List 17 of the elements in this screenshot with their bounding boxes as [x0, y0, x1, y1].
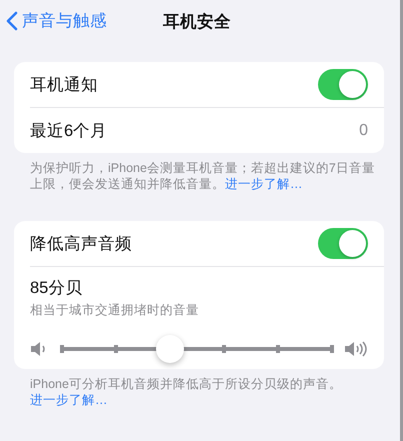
footer-note: iPhone可分析耳机音频并降低高于所设分贝级的声音。 进一步了解… [30, 376, 343, 408]
back-button[interactable]: 声音与触感 [6, 10, 107, 32]
volume-high-icon [344, 341, 368, 357]
toggle-switch[interactable] [318, 69, 368, 100]
setting-label: 耳机通知 [30, 74, 98, 96]
learn-more-link[interactable]: 进一步了解… [30, 393, 108, 407]
setting-label: 降低高声音频 [30, 234, 132, 254]
learn-more-link[interactable]: 进一步了解… [225, 177, 302, 191]
page-title: 耳机安全 [163, 12, 231, 33]
footer-note: 为保护听力，iPhone会测量耳机音量；若超出建议的7日音量上限，便会发送通知并降低音量。进一步了解… [30, 160, 376, 192]
slider-thumb[interactable] [156, 335, 184, 363]
toggle-switch[interactable] [318, 228, 368, 259]
back-chevron-icon [6, 11, 18, 31]
setting-value: 0 [359, 122, 368, 140]
decibel-label: 85分贝 [30, 278, 84, 299]
setting-label: 最近6个月 [30, 120, 108, 142]
decibel-description: 相当于城市交通拥堵时的音量 [30, 302, 200, 319]
